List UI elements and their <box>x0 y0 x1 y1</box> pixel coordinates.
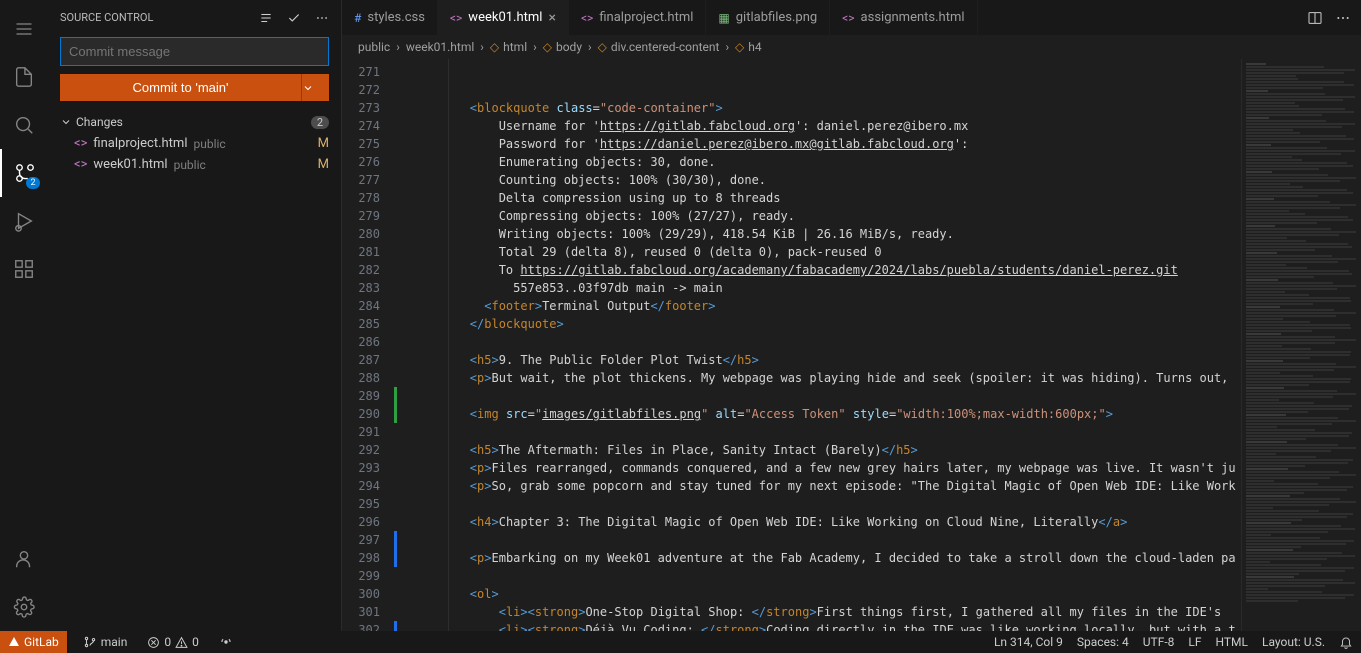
symbol-icon: ◇ <box>543 40 552 54</box>
img-file-icon: ▦ <box>718 11 729 25</box>
change-status-badge: M <box>318 157 329 172</box>
file-icon: <> <box>74 136 87 151</box>
status-position[interactable]: Ln 314, Col 9 <box>994 635 1063 649</box>
status-branch[interactable]: main <box>79 635 132 649</box>
activity-bar: 2 <box>0 0 48 631</box>
html-file-icon: <> <box>450 11 462 25</box>
breadcrumb-item[interactable]: ◇html <box>490 40 527 54</box>
chevron-right-icon: › <box>396 40 400 54</box>
chevron-down-icon <box>60 116 72 128</box>
extensions-icon[interactable] <box>0 245 48 293</box>
scm-badge: 2 <box>26 177 40 189</box>
html-file-icon: <> <box>581 11 593 25</box>
tab-styles-css[interactable]: # styles.css <box>342 0 438 35</box>
commit-button[interactable]: Commit to 'main' <box>60 74 301 101</box>
css-file-icon: # <box>354 11 361 25</box>
symbol-icon: ◇ <box>490 40 499 54</box>
tab-label: finalproject.html <box>599 10 693 25</box>
changes-label: Changes <box>76 115 123 129</box>
breadcrumb-item[interactable]: ◇div.centered-content <box>598 40 720 54</box>
symbol-icon: ◇ <box>598 40 607 54</box>
status-layout[interactable]: Layout: U.S. <box>1262 635 1325 649</box>
chevron-right-icon: › <box>533 40 537 54</box>
search-icon[interactable] <box>0 101 48 149</box>
commit-check-icon[interactable] <box>287 11 301 25</box>
line-number-gutter: 2712722732742752762772782792802812822832… <box>342 59 394 631</box>
status-eol[interactable]: LF <box>1188 635 1201 649</box>
file-icon: <> <box>74 157 87 172</box>
status-remote[interactable]: GitLab <box>0 631 67 653</box>
account-icon[interactable] <box>0 535 48 583</box>
tab-gitlabfiles-png[interactable]: ▦ gitlabfiles.png <box>706 0 830 35</box>
breadcrumb[interactable]: public › week01.html › ◇html › ◇body › ◇div.cent… <box>342 35 1361 59</box>
sidebar-title: SOURCE CONTROL <box>60 11 153 24</box>
status-spaces[interactable]: Spaces: 4 <box>1077 635 1129 649</box>
split-editor-icon[interactable] <box>1307 10 1323 26</box>
status-radio-icon[interactable] <box>215 635 237 649</box>
change-filename: week01.html <box>93 157 167 172</box>
change-item[interactable]: <> week01.html public M <box>48 154 341 175</box>
changes-count-badge: 2 <box>311 116 329 129</box>
change-status-badge: M <box>318 136 329 151</box>
breadcrumb-item[interactable]: week01.html <box>406 40 474 54</box>
tab-assignments-html[interactable]: <> assignments.html <box>830 0 977 35</box>
close-icon[interactable]: × <box>548 10 555 26</box>
status-language[interactable]: HTML <box>1216 635 1249 649</box>
tab-label: week01.html <box>468 10 542 25</box>
chevron-right-icon: › <box>588 40 592 54</box>
status-bell-icon[interactable] <box>1339 635 1353 649</box>
explorer-icon[interactable] <box>0 53 48 101</box>
tab-bar: # styles.css <> week01.html × <> finalproject.… <box>342 0 1361 35</box>
tab-week01-html[interactable]: <> week01.html × <box>438 0 569 35</box>
view-as-list-icon[interactable] <box>259 11 273 25</box>
source-control-icon[interactable]: 2 <box>0 149 48 197</box>
tab-more-icon[interactable] <box>1335 10 1351 26</box>
sidebar: SOURCE CONTROL Commit to 'main' Changes … <box>48 0 342 631</box>
minimap[interactable] <box>1241 59 1361 631</box>
tab-finalproject-html[interactable]: <> finalproject.html <box>569 0 706 35</box>
more-icon[interactable] <box>315 11 329 25</box>
commit-dropdown-button[interactable] <box>301 74 329 101</box>
breadcrumb-item[interactable]: ◇h4 <box>735 40 762 54</box>
commit-message-input[interactable] <box>60 37 329 66</box>
symbol-icon: ◇ <box>735 40 744 54</box>
breadcrumb-item[interactable]: public <box>358 40 390 54</box>
change-dir: public <box>174 158 206 172</box>
status-bar: GitLab main 0 0 Ln 314, Col 9 Spaces: 4 … <box>0 631 1361 653</box>
settings-gear-icon[interactable] <box>0 583 48 631</box>
tab-label: styles.css <box>367 10 425 25</box>
code-editor[interactable]: <blockquote class="code-container"> User… <box>398 59 1241 631</box>
menu-icon[interactable] <box>0 5 48 53</box>
tab-label: assignments.html <box>861 10 965 25</box>
change-filename: finalproject.html <box>93 136 187 151</box>
status-problems[interactable]: 0 0 <box>143 635 203 649</box>
change-dir: public <box>193 137 225 151</box>
html-file-icon: <> <box>842 11 854 25</box>
breadcrumb-item[interactable]: ◇body <box>543 40 582 54</box>
changes-section-header[interactable]: Changes 2 <box>48 111 341 133</box>
tab-label: gitlabfiles.png <box>736 10 817 25</box>
chevron-right-icon: › <box>480 40 484 54</box>
chevron-right-icon: › <box>725 40 729 54</box>
change-item[interactable]: <> finalproject.html public M <box>48 133 341 154</box>
status-encoding[interactable]: UTF-8 <box>1143 635 1175 649</box>
run-debug-icon[interactable] <box>0 197 48 245</box>
